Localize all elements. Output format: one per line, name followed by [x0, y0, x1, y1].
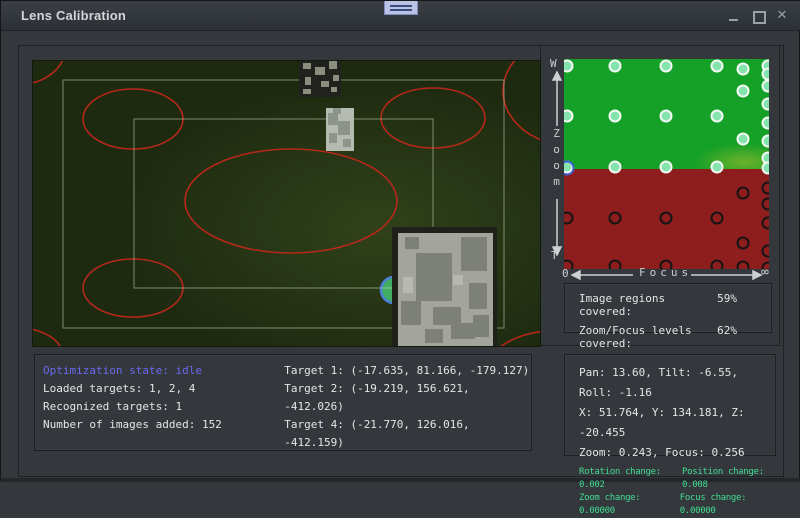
zoom-axis-tele-label: T — [551, 249, 558, 262]
uncovered-sample-dot — [738, 188, 749, 199]
minimize-button[interactable] — [727, 9, 741, 23]
window-title: Lens Calibration — [21, 8, 126, 23]
uncovered-sample-dot — [610, 261, 621, 270]
covered-sample-dot — [564, 111, 573, 122]
title-bar: Lens Calibration ✕ — [1, 1, 800, 31]
uncovered-sample-dot — [564, 213, 573, 224]
window-controls: ✕ — [727, 9, 789, 23]
uncovered-sample-dot — [661, 213, 672, 224]
covered-sample-dot — [763, 81, 770, 92]
calibration-status-box: Optimization state: idle Loaded targets:… — [34, 354, 532, 451]
close-button[interactable]: ✕ — [775, 9, 789, 23]
covered-sample-dot — [661, 61, 672, 72]
coverage-value: 62% — [717, 324, 759, 350]
recognized-targets: Recognized targets: 1 — [43, 398, 284, 416]
covered-sample-dot — [712, 162, 723, 173]
focus-axis-min: 0 — [562, 267, 569, 280]
coverage-stats-box: Image regions covered: 59% Zoom/Focus le… — [564, 283, 772, 333]
focus-axis-label: Focus — [639, 266, 692, 279]
target-position: Target 2: (-19.219, 156.621, -412.026) — [284, 380, 531, 416]
uncovered-sample-dot — [738, 262, 749, 270]
focus-axis-max: ∞ — [761, 265, 769, 280]
covered-sample-dot — [763, 99, 770, 110]
covered-sample-dot — [738, 64, 749, 75]
covered-sample-dot — [661, 162, 672, 173]
coverage-row: Image regions covered: 59% — [579, 292, 759, 318]
rotation-change: Rotation change: 0.002 — [579, 466, 672, 492]
uncovered-sample-dot — [738, 238, 749, 249]
covered-sample-dot — [712, 111, 723, 122]
uncovered-sample-dot — [712, 261, 723, 270]
target-position: Target 4: (-21.770, 126.016, -412.159) — [284, 416, 531, 452]
coverage-dots — [564, 59, 769, 269]
xyz-position: X: 51.764, Y: 134.181, Z: -20.455 — [579, 403, 775, 443]
fiducial-marker-dark — [299, 61, 341, 97]
focus-change: Focus change: 0.00000 — [680, 492, 775, 518]
uncovered-sample-dot — [712, 213, 723, 224]
target-position: Target 1: (-17.635, 81.166, -179.127) — [284, 362, 531, 380]
covered-sample-dot — [738, 134, 749, 145]
camera-calibration-view — [33, 61, 540, 346]
coverage-label: Image regions covered: — [579, 292, 717, 318]
covered-sample-dot — [610, 111, 621, 122]
zoom-focus-coverage-map[interactable] — [564, 59, 769, 269]
covered-sample-dot — [738, 86, 749, 97]
uncovered-sample-dot — [763, 246, 770, 257]
zoom-focus-values: Zoom: 0.243, Focus: 0.256 — [579, 443, 775, 463]
covered-sample-dot — [763, 163, 770, 174]
loaded-targets: Loaded targets: 1, 2, 4 — [43, 380, 284, 398]
position-change: Position change: 0.008 — [682, 466, 775, 492]
change-readout: Rotation change: 0.002 Position change: … — [579, 466, 775, 518]
uncovered-sample-dot — [763, 183, 770, 194]
covered-sample-dot — [610, 162, 621, 173]
dock-drag-handle[interactable] — [384, 1, 418, 15]
covered-sample-dot — [564, 61, 573, 72]
zoom-axis-label: Zoom — [550, 127, 563, 191]
coverage-row: Zoom/Focus levels covered: 62% — [579, 324, 759, 350]
coverage-label: Zoom/Focus levels covered: — [579, 324, 717, 350]
pan-tilt-roll: Pan: 13.60, Tilt: -6.55, Roll: -1.16 — [579, 363, 775, 403]
uncovered-sample-dot — [610, 213, 621, 224]
zoom-change: Zoom change: 0.00000 — [579, 492, 670, 518]
maximize-button[interactable] — [751, 9, 765, 23]
covered-sample-dot — [661, 111, 672, 122]
fiducial-marker-small — [326, 108, 354, 151]
covered-sample-dot — [712, 61, 723, 72]
coverage-value: 59% — [717, 292, 759, 318]
covered-sample-dot — [763, 69, 770, 80]
zoom-axis-wide-label: W — [550, 57, 557, 70]
optimization-state: Optimization state: idle — [43, 362, 284, 380]
uncovered-sample-dot — [763, 218, 770, 229]
camera-pose-box: Pan: 13.60, Tilt: -6.55, Roll: -1.16 X: … — [564, 354, 776, 456]
uncovered-sample-dot — [763, 199, 770, 210]
fiducial-marker-large — [392, 227, 497, 346]
covered-sample-dot — [763, 118, 770, 129]
covered-sample-dot — [763, 136, 770, 147]
calibration-scene — [33, 61, 540, 346]
images-added-count: Number of images added: 152 — [43, 416, 284, 434]
covered-sample-dot — [610, 61, 621, 72]
